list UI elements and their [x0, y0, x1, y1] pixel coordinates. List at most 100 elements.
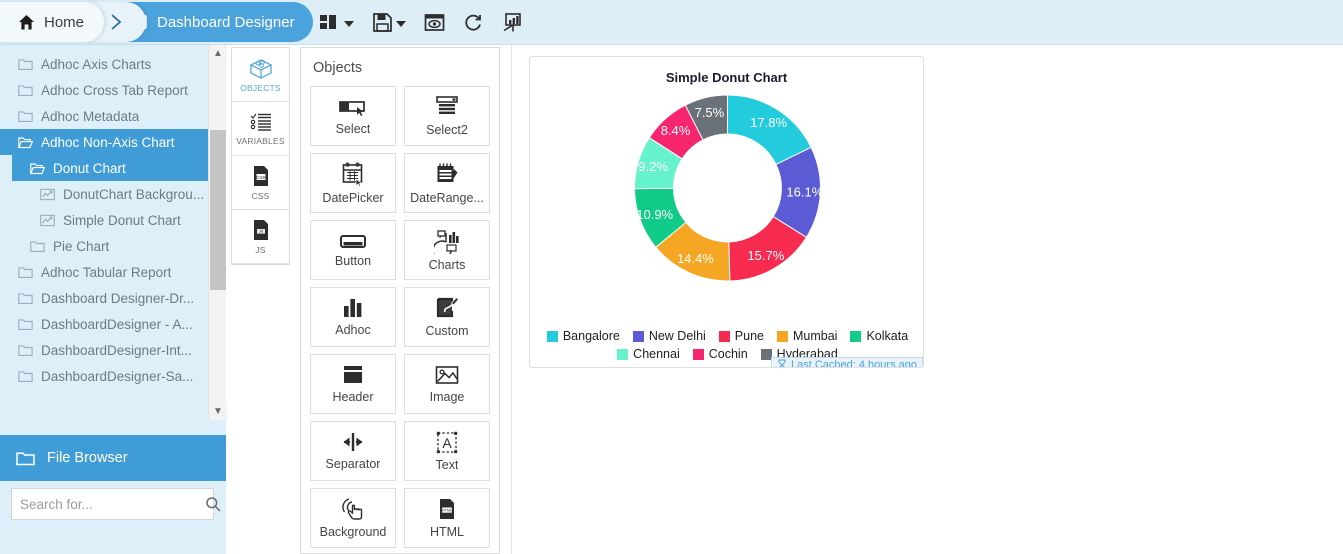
legend-item[interactable]: New Delhi	[632, 327, 706, 345]
html-file-icon: HTML	[440, 499, 454, 519]
home-button[interactable]: Home	[0, 2, 105, 42]
legend-item[interactable]: Chennai	[617, 345, 680, 363]
tree-item-dashboard-designer-dr[interactable]: Dashboard Designer-Dr...	[0, 285, 226, 311]
hourglass-icon	[778, 359, 786, 367]
object-item-button[interactable]: Button	[310, 220, 396, 280]
object-item-datepicker[interactable]: DatePicker	[310, 153, 396, 213]
legend-item[interactable]: Bangalore	[546, 327, 620, 345]
chart-easel-button[interactable]	[493, 0, 532, 45]
object-item-separator[interactable]: Separator	[310, 421, 396, 481]
object-item-adhoc[interactable]: Adhoc	[310, 287, 396, 347]
tree-item-adhoc-metadata[interactable]: Adhoc Metadata	[0, 103, 226, 129]
charts-icon	[433, 229, 459, 254]
scroll-down-arrow[interactable]: ▼	[209, 403, 227, 420]
tree-item-simple-donut-chart[interactable]: Simple Donut Chart	[0, 207, 226, 233]
object-item-label: DatePicker	[322, 190, 384, 205]
slice-percent-label: 16.1%	[786, 185, 823, 200]
object-item-daterange[interactable]: DateRange...	[404, 153, 490, 213]
tree-item-donutchart-backgrou[interactable]: DonutChart Backgrou...	[0, 181, 226, 207]
adhoc-bar-icon	[344, 299, 362, 317]
daterange-icon	[437, 163, 457, 182]
folder-icon	[18, 110, 33, 122]
object-item-label: Charts	[428, 257, 466, 272]
tree-item-label: Dashboard Designer-Dr...	[41, 290, 195, 306]
search-icon[interactable]	[205, 496, 230, 512]
last-cached-label: Last Cached: 4 hours ago	[791, 359, 917, 368]
folder-icon	[18, 84, 33, 96]
scroll-up-arrow[interactable]: ▲	[209, 45, 227, 62]
legend-item[interactable]: Kolkata	[850, 327, 908, 345]
refresh-button[interactable]	[454, 0, 493, 45]
search-input[interactable]	[12, 496, 205, 512]
object-item-select2[interactable]: Select2	[404, 86, 490, 146]
object-item-label: HTML	[429, 525, 465, 539]
text-icon: A	[436, 431, 458, 453]
tree-item-dashboarddesigner-sa[interactable]: DashboardDesigner-Sa...	[0, 363, 226, 389]
file-browser-button[interactable]: File Browser	[0, 435, 226, 481]
tree-item-label: DashboardDesigner-Sa...	[41, 368, 194, 384]
scrollbar-thumb[interactable]	[210, 130, 226, 290]
tree-item-pie-chart[interactable]: Pie Chart	[0, 233, 226, 259]
object-item-text[interactable]: A Text	[404, 421, 490, 481]
object-item-html[interactable]: HTML HTML	[404, 488, 490, 548]
design-canvas[interactable]: Simple Donut Chart 17.8% 16.1% 15.7% 14.4% 1…	[511, 45, 1343, 554]
legend-label: Bangalore	[562, 329, 620, 343]
legend-item[interactable]: Mumbai	[777, 327, 837, 345]
folder-icon	[18, 266, 33, 278]
object-item-custom[interactable]: Custom	[404, 287, 490, 347]
legend-swatch	[692, 348, 704, 360]
tree-item-donut-chart[interactable]: Donut Chart	[12, 155, 212, 181]
object-item-header[interactable]: Header	[310, 354, 396, 414]
css-file-icon: CSS	[253, 166, 268, 186]
object-item-select[interactable]: Select	[310, 86, 396, 146]
object-item-label: Header	[332, 390, 374, 404]
legend-row: Bangalore New Delhi Pune Mumbai Kolkata	[530, 327, 923, 345]
rail-item-objects[interactable]: OBJECTS	[232, 48, 289, 102]
folder-icon	[18, 370, 33, 382]
tree-item-label: Adhoc Metadata	[41, 108, 140, 124]
report-icon	[40, 214, 55, 226]
object-item-label: Adhoc	[335, 323, 371, 337]
tree-item-label: Adhoc Axis Charts	[41, 56, 152, 72]
background-click-icon	[342, 498, 363, 520]
custom-edit-icon	[436, 296, 459, 318]
object-item-background[interactable]: Background	[310, 488, 396, 548]
save-button[interactable]	[363, 0, 415, 45]
legend-item[interactable]: Cochin	[692, 345, 748, 363]
tree-item-dashboarddesigner-a[interactable]: DashboardDesigner - A...	[0, 311, 226, 337]
slice-percent-label: 17.8%	[750, 115, 787, 130]
home-label: Home	[44, 13, 85, 31]
legend-swatch	[632, 330, 644, 342]
rail-item-variables[interactable]: VARIABLES	[232, 102, 289, 156]
image-icon	[435, 366, 459, 384]
tree-scrollbar[interactable]: ▲ ▼	[208, 45, 227, 420]
search-box[interactable]	[11, 488, 221, 520]
rail-item-css[interactable]: CSS CSS	[232, 156, 289, 210]
preview-icon	[424, 14, 445, 31]
donut-chart[interactable]: 17.8% 16.1% 15.7% 14.4% 10.9% 9.2% 8.4% 7.5%	[530, 85, 923, 295]
save-icon	[373, 13, 392, 32]
object-item-label: Image	[429, 390, 465, 404]
toolbar-buttons	[310, 0, 532, 45]
file-browser-label: File Browser	[47, 450, 128, 466]
tree-item-adhoc-tabular-report[interactable]: Adhoc Tabular Report	[0, 259, 226, 285]
tree-item-dashboarddesigner-int[interactable]: DashboardDesigner-Int...	[0, 337, 226, 363]
slice-percent-label: 9.2%	[638, 159, 668, 174]
tree-item-adhoc-non-axis-chart[interactable]: Adhoc Non-Axis Chart	[0, 129, 212, 155]
tree-item-label: Adhoc Cross Tab Report	[41, 82, 188, 98]
rail-item-js[interactable]: JS JS	[232, 210, 289, 264]
object-item-charts[interactable]: Charts	[404, 220, 490, 280]
rail-item-objects-label: OBJECTS	[240, 83, 281, 93]
object-item-image[interactable]: Image	[404, 354, 490, 414]
chart-widget[interactable]: Simple Donut Chart 17.8% 16.1% 15.7% 14.4% 1…	[529, 56, 924, 368]
svg-text:CSS: CSS	[256, 175, 265, 180]
tree-item-adhoc-cross-tab-report[interactable]: Adhoc Cross Tab Report	[0, 77, 226, 103]
legend-item[interactable]: Pune	[718, 327, 764, 345]
layout-icon	[320, 14, 336, 29]
preview-button[interactable]	[415, 0, 454, 45]
top-toolbar: Dashboard Designer Home	[0, 0, 1343, 45]
svg-text:A: A	[442, 435, 452, 451]
tree-item-adhoc-axis-charts[interactable]: Adhoc Axis Charts	[0, 51, 226, 77]
chevron-down-icon	[344, 21, 354, 27]
layout-button[interactable]	[310, 0, 363, 45]
